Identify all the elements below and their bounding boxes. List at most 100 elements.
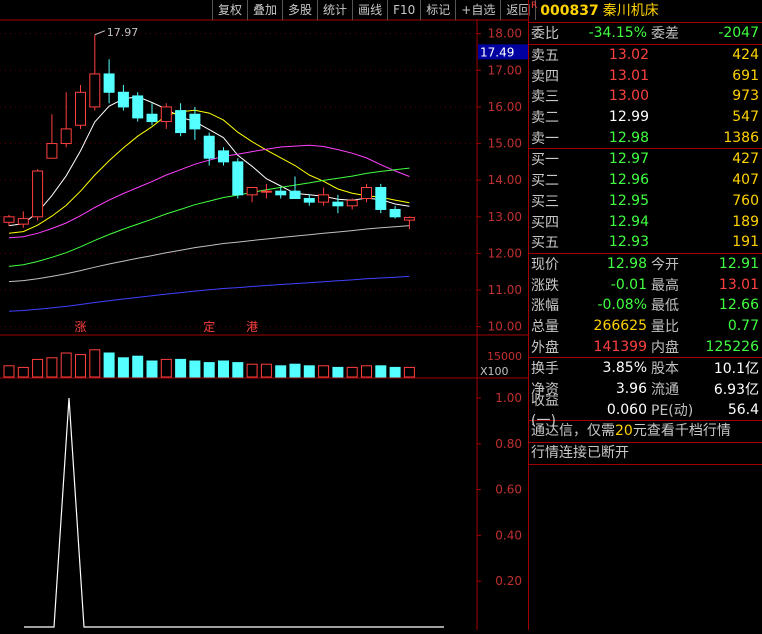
toolbar-fuquan-button[interactable]: 复权 xyxy=(212,0,247,20)
candle-up[interactable] xyxy=(46,143,58,159)
kline-chart-area[interactable]: 17.97 涨 定 港 18.00 17.00 16.00 15.00 14.00 13.00 1… xyxy=(0,0,537,630)
weibi-label: 委比 xyxy=(531,26,559,43)
sell-volume: 691 xyxy=(732,67,759,84)
sell-volume: 973 xyxy=(732,88,759,105)
price-axis-label: 12.00 xyxy=(488,246,522,260)
candle-up[interactable] xyxy=(318,194,330,203)
sell-row[interactable]: 卖三 13.00 973 xyxy=(529,86,762,107)
weicha-value: -2047 xyxy=(718,25,759,42)
candle-up[interactable] xyxy=(361,187,372,199)
event-marker[interactable]: 港 xyxy=(246,320,258,334)
candle-down[interactable] xyxy=(117,91,129,108)
toolbar-add-watchlist-button[interactable]: +自选 xyxy=(455,0,500,20)
quote-row: 外盘 141399 内盘 125226 xyxy=(529,336,762,357)
candle-up[interactable] xyxy=(17,218,29,225)
high-annotation-pointer xyxy=(94,30,105,36)
candle-down[interactable] xyxy=(303,197,315,203)
candle-down[interactable] xyxy=(132,95,144,119)
volume-bar xyxy=(318,365,330,378)
candle-down[interactable] xyxy=(375,187,387,210)
buy-volume: 407 xyxy=(732,172,759,189)
candle-up[interactable] xyxy=(403,217,415,221)
toolbar-f10-button[interactable]: F10 xyxy=(387,0,420,20)
sell-price: 12.99 xyxy=(608,109,649,126)
buy-label: 买二 xyxy=(531,173,559,190)
fin-value-2: 10.1亿 xyxy=(713,361,759,378)
sell-label: 卖四 xyxy=(531,68,559,85)
buy-row[interactable]: 买五 12.93 191 xyxy=(529,232,762,253)
buy-row[interactable]: 买一 12.97 427 xyxy=(529,149,762,170)
kline-svg[interactable]: 17.97 涨 定 港 18.00 17.00 16.00 15.00 14.00 13.00 1… xyxy=(0,0,528,630)
candle-down[interactable] xyxy=(146,113,158,123)
high-annotation: 17.97 xyxy=(107,26,139,39)
weibi-section: 委比 -34.15% 委差 -2047 xyxy=(529,23,762,45)
volume-bar xyxy=(160,358,172,378)
stock-code[interactable]: 000837 xyxy=(540,0,598,22)
candle-down[interactable] xyxy=(332,201,344,207)
candle-down[interactable] xyxy=(389,208,401,218)
buy-price: 12.97 xyxy=(608,151,649,168)
sell-price: 13.00 xyxy=(608,88,649,105)
buy-row[interactable]: 买三 12.95 760 xyxy=(529,191,762,212)
candle-up[interactable] xyxy=(246,187,258,196)
sell-row[interactable]: 卖五 13.02 424 xyxy=(529,45,762,66)
candle-up[interactable] xyxy=(160,106,172,123)
candle-down[interactable] xyxy=(175,110,187,134)
quote-value: -0.08% xyxy=(597,297,647,314)
candle-up[interactable] xyxy=(3,216,15,223)
volume-bar xyxy=(46,357,58,378)
candle-up[interactable] xyxy=(260,190,272,193)
candle-up[interactable] xyxy=(89,73,101,108)
candle-up[interactable] xyxy=(346,199,358,207)
event-marker[interactable]: 涨 xyxy=(74,319,86,334)
price-axis-label: 14.00 xyxy=(488,173,522,187)
candle-up[interactable] xyxy=(32,170,44,218)
quote-value-2: 125226 xyxy=(705,338,759,355)
toolbar-overlay-button[interactable]: 叠加 xyxy=(247,0,282,20)
sell-volume: 547 xyxy=(732,109,759,126)
sell-book: 卖五 13.02 424 卖四 13.01 691 卖三 13.00 973 卖二 12.99 547… xyxy=(529,45,762,150)
candle-down[interactable] xyxy=(203,135,215,159)
sell-price: 13.01 xyxy=(608,67,649,84)
volume-bar xyxy=(203,362,215,378)
buy-volume: 191 xyxy=(732,234,759,251)
candle-down[interactable] xyxy=(232,161,244,196)
connection-status: 行情连接已断开 xyxy=(529,443,762,466)
candle-down[interactable] xyxy=(218,150,229,163)
quote-value-2: 13.01 xyxy=(718,276,759,293)
event-marker[interactable]: 定 xyxy=(203,319,215,334)
indicator-axis-label: 0.80 xyxy=(495,437,522,451)
volume-bar xyxy=(218,360,229,378)
weibi-value: -34.15% xyxy=(588,25,647,42)
candle-down[interactable] xyxy=(275,190,287,196)
toolbar-statistics-button[interactable]: 统计 xyxy=(317,0,352,20)
candle-down[interactable] xyxy=(103,73,115,93)
buy-label: 买五 xyxy=(531,235,559,252)
sell-volume: 424 xyxy=(732,47,759,64)
sell-row[interactable]: 卖二 12.99 547 xyxy=(529,107,762,128)
candle-down[interactable] xyxy=(189,113,201,130)
quote-label: 现价 xyxy=(531,256,559,273)
toolbar-multi-stock-button[interactable]: 多股 xyxy=(282,0,317,20)
candle-up[interactable] xyxy=(60,128,72,145)
stock-name[interactable]: 秦川机床 xyxy=(603,0,659,22)
sell-label: 卖二 xyxy=(531,110,559,127)
volume-bar xyxy=(189,360,201,378)
buy-price: 12.93 xyxy=(608,234,649,251)
sell-row[interactable]: 卖四 13.01 691 xyxy=(529,65,762,86)
fin-row: 收益(一) 0.060 PE(动) 56.4 xyxy=(529,393,762,429)
sell-label: 卖三 xyxy=(531,89,559,106)
buy-row[interactable]: 买四 12.94 189 xyxy=(529,211,762,232)
candle-down[interactable] xyxy=(289,190,301,199)
volume-bar xyxy=(375,365,387,378)
volume-bar xyxy=(175,358,187,378)
sell-row[interactable]: 卖一 12.98 1386 xyxy=(529,127,762,148)
buy-book: 买一 12.97 427 买二 12.96 407 买三 12.95 760 买四 12.94 189… xyxy=(529,149,762,254)
upgrade-message[interactable]: 通达信，仅需20元查看千档行情 xyxy=(529,421,762,444)
toolbar-mark-button[interactable]: 标记 xyxy=(420,0,455,20)
toolbar-draw-line-button[interactable]: 画线 xyxy=(352,0,387,20)
volume-bar xyxy=(303,365,315,378)
upgrade-message-price: 20 xyxy=(615,423,633,440)
candle-up[interactable] xyxy=(75,91,86,126)
buy-row[interactable]: 买二 12.96 407 xyxy=(529,170,762,191)
